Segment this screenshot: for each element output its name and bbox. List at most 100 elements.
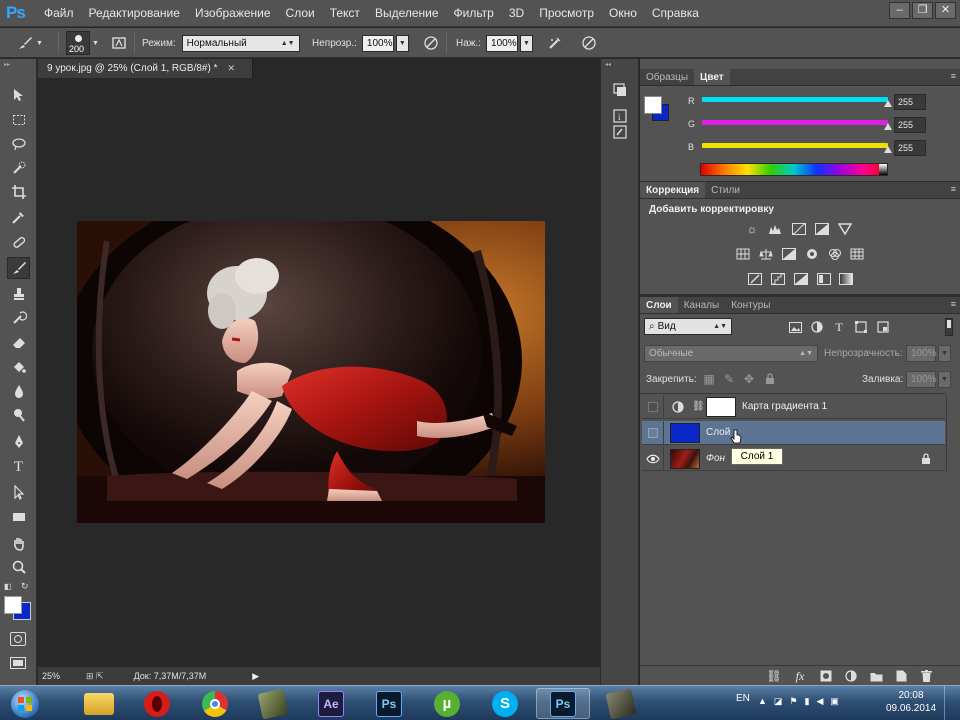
delete-layer-icon[interactable] [917,668,935,684]
channel-g-slider[interactable] [702,120,888,125]
layer-thumbnail[interactable] [670,448,700,469]
lasso-tool-icon[interactable] [7,133,30,155]
layer-filter-select[interactable]: ⌕ Вид ▲▼ [644,318,732,335]
link-layers-icon[interactable]: ⛓ [765,668,783,684]
toolbar-collapse[interactable]: ▸▸ [4,61,34,68]
menu-window[interactable]: Окно [609,6,637,20]
paint-bucket-tool-icon[interactable] [7,356,30,378]
close-button[interactable]: ✕ [935,2,956,19]
lock-image-icon[interactable]: ✎ [720,371,738,387]
blend-mode-select[interactable]: Обычные ▲▼ [644,345,818,362]
history-brush-tool-icon[interactable] [7,307,30,329]
dodge-tool-icon[interactable] [7,404,30,426]
status-icons[interactable]: ⊞ ⇱ [86,671,104,682]
layer-mask-thumbnail[interactable] [706,396,736,417]
channel-g-thumb[interactable] [884,123,892,130]
channel-r-value[interactable]: 255 [894,94,926,110]
curves-icon[interactable] [790,221,808,237]
brush-presets-panel-icon[interactable] [609,121,631,143]
taskbar-photo-viewer[interactable] [246,688,300,719]
color-lookup-icon[interactable] [848,246,866,262]
menu-view[interactable]: Просмотр [539,6,594,20]
tab-adjustments[interactable]: Коррекция [640,182,706,198]
gradient-map-icon[interactable] [837,271,855,287]
selective-color-icon[interactable] [815,271,833,287]
brush-panel-toggle[interactable] [108,28,130,58]
pen-tool-icon[interactable] [7,431,30,453]
channel-b-value[interactable]: 255 [894,140,926,156]
taskbar-photoshop-2[interactable]: Ps [536,688,590,719]
layer-name[interactable]: Карта градиента 1 [742,401,827,412]
filter-type-icon[interactable]: T [830,319,848,335]
opacity-input[interactable]: 100% [361,34,394,52]
filter-shape-icon[interactable] [852,319,870,335]
menu-select[interactable]: Выделение [375,6,439,20]
dock-collapse[interactable]: ◂◂ [605,61,611,68]
brush-tool-icon[interactable] [7,257,30,279]
color-balance-icon[interactable] [757,246,775,262]
tab-paths[interactable]: Контуры [725,297,776,313]
invert-icon[interactable] [746,271,764,287]
opacity-dropdown[interactable]: ▼ [395,34,409,52]
clone-stamp-tool-icon[interactable] [7,283,30,305]
eyedropper-tool-icon[interactable] [7,206,30,228]
status-menu-arrow-icon[interactable]: ▶ [252,671,259,682]
channel-r-slider[interactable] [702,97,888,102]
minimize-button[interactable]: – [889,2,910,19]
layer-row-background[interactable]: Фон [642,446,945,471]
filter-toggle[interactable] [945,318,953,336]
taskbar-explorer[interactable] [72,688,126,719]
flow-dropdown[interactable]: ▼ [520,34,534,52]
new-group-icon[interactable] [867,668,885,684]
tray-app-icon[interactable]: ◪ [774,696,783,707]
visibility-toggle[interactable] [642,394,664,419]
threshold-icon[interactable] [792,271,810,287]
layer-row-layer1[interactable]: Слой [642,420,945,445]
channel-mixer-icon[interactable] [826,246,844,262]
clock[interactable]: 20:08 09.06.2014 [884,689,938,715]
posterize-icon[interactable] [769,271,787,287]
fill-input[interactable]: 100% [906,371,937,388]
new-adjustment-icon[interactable] [842,668,860,684]
taskbar-chrome[interactable] [188,688,242,719]
flow-input[interactable]: 100% [486,34,519,52]
crop-tool-icon[interactable] [7,181,30,203]
color-ramp[interactable] [700,163,888,176]
photo-filter-icon[interactable] [803,246,821,262]
filter-pixel-icon[interactable] [786,319,804,335]
brightness-contrast-icon[interactable]: ☼ [743,221,761,237]
brush-size-picker[interactable]: 200 ▼ [66,28,99,58]
zoom-tool-icon[interactable] [7,556,30,578]
path-selection-tool-icon[interactable] [7,481,30,503]
visibility-toggle[interactable] [642,420,664,445]
menu-edit[interactable]: Редактирование [89,6,180,20]
menu-filter[interactable]: Фильтр [454,6,494,20]
move-tool-icon[interactable] [7,84,30,106]
layer-opacity-dropdown[interactable]: ▼ [938,345,951,362]
pressure-size-toggle[interactable] [578,28,600,58]
restore-button[interactable]: ❐ [912,2,933,19]
eye-icon[interactable] [642,446,664,471]
tab-swatches[interactable]: Образцы [640,69,694,85]
exposure-icon[interactable] [813,221,831,237]
fill-dropdown[interactable]: ▼ [938,371,951,388]
show-desktop-button[interactable] [944,686,958,720]
rectangle-tool-icon[interactable] [7,506,30,528]
layer-opacity-input[interactable]: 100% [906,345,937,362]
tray-network-icon[interactable]: ▮ [805,696,810,707]
close-document-icon[interactable]: ✕ [227,63,235,74]
layer-row-gradient-map[interactable]: ⛓ Карта градиента 1 [642,394,945,419]
mask-link-icon[interactable]: ⛓ [692,401,705,412]
blur-tool-icon[interactable] [7,380,30,402]
tray-monitor-icon[interactable]: ▣ [830,696,839,707]
history-panel-icon[interactable] [609,79,631,101]
menu-help[interactable]: Справка [652,6,699,20]
lock-position-icon[interactable]: ✥ [740,371,758,387]
language-indicator[interactable]: EN [736,693,750,704]
tab-color[interactable]: Цвет [694,69,730,85]
panel-menu-icon[interactable]: ≡ [951,184,956,194]
color-foreground-swatch[interactable] [644,96,662,114]
marquee-tool-icon[interactable] [7,109,30,131]
taskbar-skype[interactable]: S [478,688,532,719]
channel-b-thumb[interactable] [884,146,892,153]
